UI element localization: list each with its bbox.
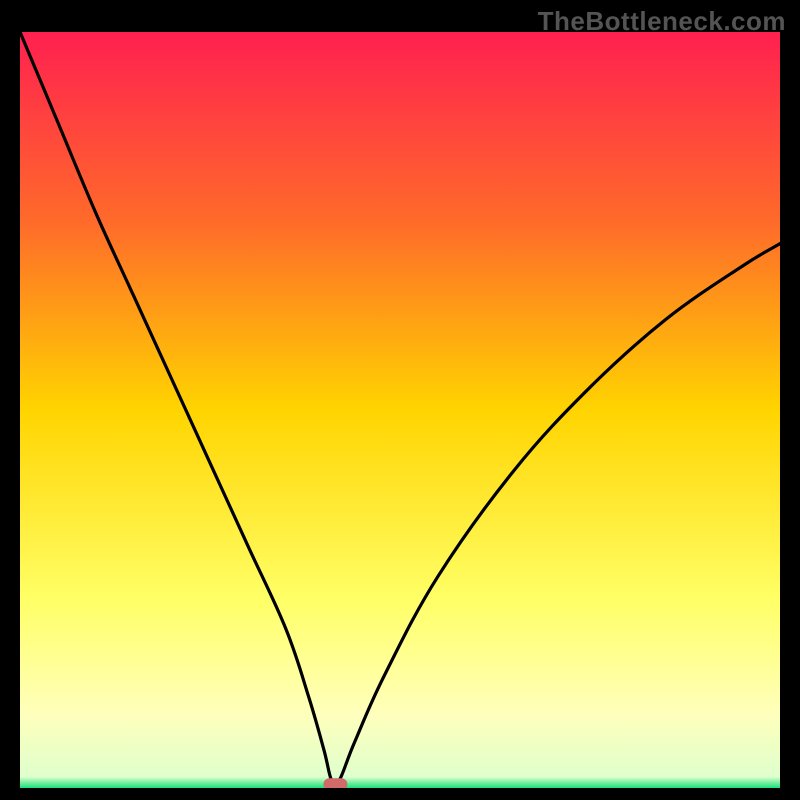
watermark-text: TheBottleneck.com — [538, 6, 786, 37]
minimum-marker — [323, 778, 347, 788]
chart-container: TheBottleneck.com — [0, 0, 800, 800]
gradient-background — [20, 32, 780, 788]
plot-area — [20, 32, 780, 788]
chart-svg — [20, 32, 780, 788]
